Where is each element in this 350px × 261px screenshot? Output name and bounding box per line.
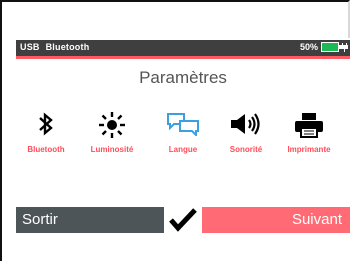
- charging-plug-icon: [341, 42, 348, 52]
- exit-button[interactable]: Sortir: [16, 207, 164, 233]
- menu-item-label: Imprimante: [287, 145, 331, 154]
- brightness-icon: [99, 112, 125, 138]
- menu-item-label: Luminosité: [90, 145, 134, 154]
- status-connections: USB Bluetooth: [20, 42, 89, 52]
- navigation-bar: Sortir Suivant: [16, 204, 350, 235]
- battery-percent: 50%: [299, 42, 318, 52]
- speaker-icon: [231, 113, 260, 135]
- battery-icon: [321, 42, 341, 52]
- next-button[interactable]: Suivant: [202, 207, 350, 233]
- bottom-blank-area: [16, 241, 350, 261]
- usb-status: USB: [20, 42, 40, 52]
- menu-item-label: Sonorité: [229, 145, 263, 154]
- menu-item-luminosite[interactable]: Luminosité: [82, 112, 142, 154]
- battery-status: 50%: [300, 42, 348, 52]
- bluetooth-icon: [39, 112, 53, 136]
- bluetooth-status: Bluetooth: [45, 42, 90, 52]
- menu-item-langue[interactable]: Langue: [153, 112, 213, 154]
- menu-item-label: Bluetooth: [27, 145, 65, 154]
- checkmark-icon: [169, 208, 197, 232]
- status-bar: USB Bluetooth 50%: [16, 40, 350, 56]
- page-title: Paramètres: [139, 68, 227, 87]
- menu-item-imprimante[interactable]: Imprimante: [279, 112, 339, 154]
- language-chat-icon: [167, 113, 199, 136]
- settings-screen: USB Bluetooth 50% Paramètres Bluetooth L…: [16, 38, 350, 261]
- settings-menu: Bluetooth Luminosité Langue Sonorité Imp…: [16, 112, 350, 172]
- menu-item-bluetooth[interactable]: Bluetooth: [16, 112, 76, 154]
- menu-item-sonorite[interactable]: Sonorité: [216, 112, 276, 154]
- status-accent-line: [16, 56, 350, 59]
- confirm-button[interactable]: [164, 204, 202, 235]
- menu-item-label: Langue: [168, 145, 198, 154]
- printer-icon: [295, 113, 323, 138]
